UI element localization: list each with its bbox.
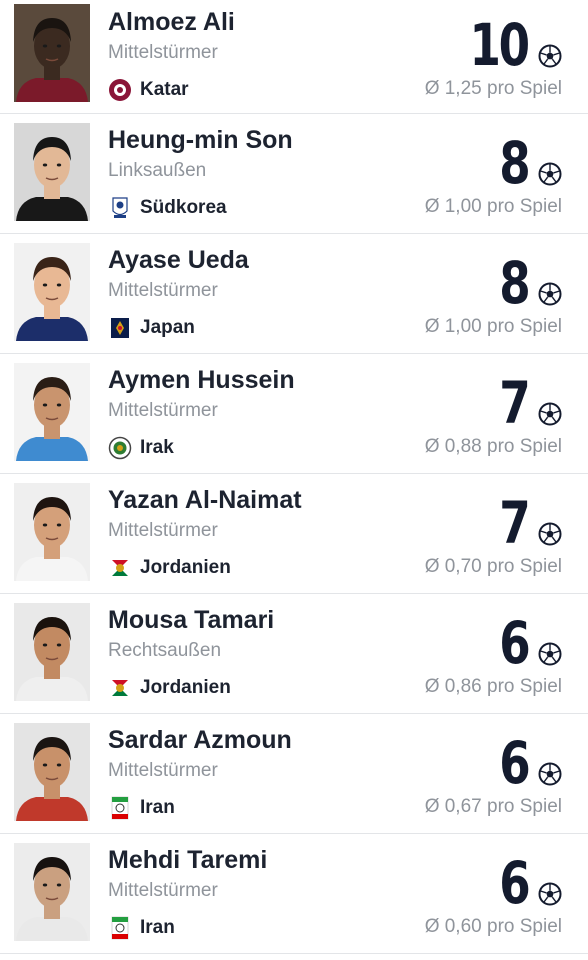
football-icon: [538, 522, 562, 546]
football-icon: [538, 882, 562, 906]
player-row[interactable]: Yazan Al-Naimat Mittelstürmer Jordanien 7 Ø …: [0, 474, 588, 594]
country-name: Iran: [140, 917, 175, 938]
player-photo-frame: [14, 123, 90, 221]
football-icon: [538, 402, 562, 426]
qatar-emblem-icon: [109, 79, 131, 101]
korea-emblem-icon: [112, 197, 128, 218]
player-photo: [14, 123, 90, 221]
goal-count: 7: [498, 489, 531, 557]
iran-emblem-icon: [111, 796, 129, 820]
player-photo: [14, 603, 90, 701]
player-photo-frame: [14, 603, 90, 701]
goal-count: 6: [498, 729, 531, 797]
player-position: Mittelstürmer: [108, 880, 218, 901]
player-photo: [14, 723, 90, 821]
player-country: Iran: [108, 916, 175, 940]
player-country: Japan: [108, 316, 195, 340]
player-photo-frame: [14, 363, 90, 461]
goals-per-game: Ø 0,67 pro Spiel: [424, 796, 562, 817]
player-position: Mittelstürmer: [108, 400, 218, 421]
jordan-emblem-icon: [112, 560, 128, 576]
player-name[interactable]: Sardar Azmoun: [108, 726, 292, 755]
player-position: Mittelstürmer: [108, 520, 218, 541]
goal-count: 7: [498, 369, 531, 437]
player-name[interactable]: Ayase Ueda: [108, 246, 249, 275]
player-row[interactable]: Sardar Azmoun Mittelstürmer Iran 6 Ø 0,67 pr…: [0, 714, 588, 834]
player-country: Katar: [108, 78, 189, 102]
player-name[interactable]: Heung-min Son: [108, 126, 293, 155]
player-name[interactable]: Aymen Hussein: [108, 366, 295, 395]
player-photo-frame: [14, 483, 90, 581]
player-photo-frame: [14, 243, 90, 341]
goals-per-game: Ø 0,70 pro Spiel: [424, 556, 562, 577]
player-photo-frame: [14, 723, 90, 821]
country-name: Irak: [140, 437, 174, 458]
goals-per-game: Ø 0,86 pro Spiel: [424, 676, 562, 697]
football-icon: [538, 162, 562, 186]
player-photo: [14, 363, 90, 461]
player-photo: [14, 243, 90, 341]
country-name: Jordanien: [140, 677, 231, 698]
player-name[interactable]: Yazan Al-Naimat: [108, 486, 302, 515]
player-photo: [14, 483, 90, 581]
japan-emblem-icon: [111, 318, 129, 338]
player-position: Linksaußen: [108, 160, 207, 181]
iran-emblem-icon: [111, 916, 129, 940]
top-scorers-list: Almoez Ali Mittelstürmer Katar 10 Ø 1,25 pro…: [0, 0, 588, 960]
football-icon: [538, 762, 562, 786]
player-country: Jordanien: [108, 676, 231, 700]
player-position: Rechtsaußen: [108, 640, 222, 661]
player-row[interactable]: Heung-min Son Linksaußen Südkorea 8 Ø 1,00 p…: [0, 114, 588, 234]
player-row[interactable]: Mousa Tamari Rechtsaußen Jordanien 6 Ø 0,86 …: [0, 594, 588, 714]
goals-per-game: Ø 0,88 pro Spiel: [424, 436, 562, 457]
country-name: Jordanien: [140, 557, 231, 578]
player-row[interactable]: Ayase Ueda Mittelstürmer Japan 8 Ø 1,00 pro …: [0, 234, 588, 354]
player-name[interactable]: Mousa Tamari: [108, 606, 274, 635]
jordan-emblem-icon: [112, 680, 128, 696]
player-country: Jordanien: [108, 556, 231, 580]
player-photo: [14, 4, 90, 102]
player-name[interactable]: Mehdi Taremi: [108, 846, 267, 875]
goals-per-game: Ø 0,60 pro Spiel: [424, 916, 562, 937]
player-position: Mittelstürmer: [108, 42, 218, 63]
country-name: Südkorea: [140, 197, 227, 218]
country-name: Iran: [140, 797, 175, 818]
player-photo: [14, 843, 90, 941]
player-position: Mittelstürmer: [108, 760, 218, 781]
player-row[interactable]: Almoez Ali Mittelstürmer Katar 10 Ø 1,25 pro…: [0, 0, 588, 114]
player-photo-frame: [14, 4, 90, 102]
goals-per-game: Ø 1,00 pro Spiel: [424, 316, 562, 337]
football-icon: [538, 642, 562, 666]
country-name: Katar: [140, 79, 189, 100]
player-row[interactable]: Aymen Hussein Mittelstürmer Irak 7 Ø 0,88 pr…: [0, 354, 588, 474]
goals-per-game: Ø 1,00 pro Spiel: [424, 196, 562, 217]
goal-count: 6: [498, 609, 531, 677]
goal-count: 10: [469, 11, 531, 79]
iraq-emblem-icon: [108, 436, 132, 460]
player-row[interactable]: Mehdi Taremi Mittelstürmer Iran 6 Ø 0,60 pro…: [0, 834, 588, 954]
player-country: Südkorea: [108, 196, 227, 220]
goal-count: 8: [498, 129, 531, 197]
goal-count: 8: [498, 249, 531, 317]
football-icon: [538, 282, 562, 306]
player-country: Irak: [108, 436, 174, 460]
player-photo-frame: [14, 843, 90, 941]
player-position: Mittelstürmer: [108, 280, 218, 301]
player-country: Iran: [108, 796, 175, 820]
player-name[interactable]: Almoez Ali: [108, 8, 235, 37]
country-name: Japan: [140, 317, 195, 338]
football-icon: [538, 44, 562, 68]
goal-count: 6: [498, 849, 531, 917]
goals-per-game: Ø 1,25 pro Spiel: [424, 78, 562, 99]
